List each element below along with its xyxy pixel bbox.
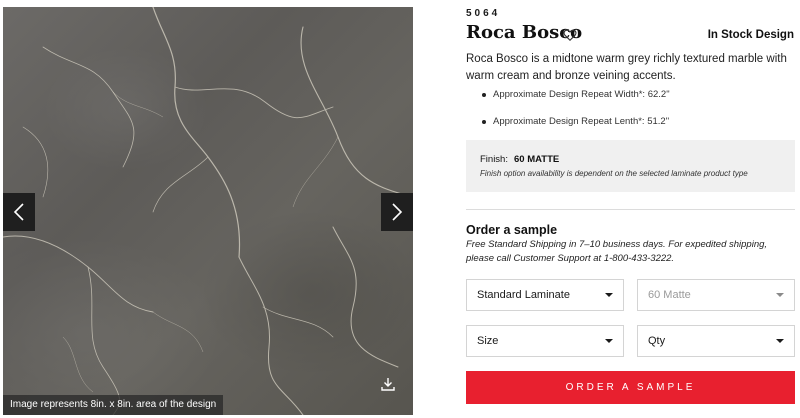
section-divider xyxy=(466,209,795,210)
laminate-type-select[interactable]: Standard Laminate xyxy=(466,279,624,311)
laminate-type-value: Standard Laminate xyxy=(477,289,570,301)
chevron-right-icon xyxy=(392,203,403,221)
download-icon xyxy=(381,378,395,391)
finish-label: Finish: xyxy=(480,154,508,165)
order-sample-heading: Order a sample xyxy=(466,223,558,237)
image-caption: Image represents 8in. x 8in. area of the… xyxy=(3,395,224,415)
marble-texture-image xyxy=(3,7,413,415)
finish-note: Finish option availability is dependent … xyxy=(480,169,748,178)
qty-select-value: Qty xyxy=(648,335,666,347)
chevron-down-icon xyxy=(605,293,613,297)
finish-line: Finish: 60 MATTE xyxy=(480,154,795,165)
finish-select[interactable]: 60 Matte xyxy=(637,279,795,311)
next-image-button[interactable] xyxy=(381,193,413,231)
heart-icon[interactable] xyxy=(563,28,577,42)
finish-info-box: Finish: 60 MATTE Finish option availabili… xyxy=(466,140,795,192)
chevron-left-icon xyxy=(13,203,24,221)
previous-image-button[interactable] xyxy=(3,193,35,231)
product-description: Roca Bosco is a midtone warm grey richly… xyxy=(466,53,787,82)
order-sample-button[interactable]: ORDER A SAMPLE xyxy=(466,371,795,404)
spec-repeat-length: Approximate Design Repeat Lenth*: 51.2" xyxy=(482,115,670,142)
stock-status: In Stock Design xyxy=(707,29,794,41)
product-sku: 5064 xyxy=(466,8,501,19)
spec-list: Approximate Design Repeat Width*: 62.2" … xyxy=(482,88,670,142)
product-details-panel: 5064 Roca Bosco In Stock Design Roca Bos… xyxy=(466,0,796,418)
spec-repeat-width: Approximate Design Repeat Width*: 62.2" xyxy=(482,88,670,115)
shipping-note: Free Standard Shipping in 7–10 business … xyxy=(466,239,768,264)
size-select-value: Size xyxy=(477,335,499,347)
finish-value: 60 MATTE xyxy=(513,154,560,165)
chevron-down-icon xyxy=(605,339,613,343)
finish-select-value: 60 Matte xyxy=(648,289,691,301)
download-image-button[interactable] xyxy=(377,373,399,395)
chevron-down-icon xyxy=(776,293,784,297)
chevron-down-icon xyxy=(776,339,784,343)
qty-select[interactable]: Qty xyxy=(637,325,795,357)
size-select[interactable]: Size xyxy=(466,325,624,357)
product-image-gallery: Image represents 8in. x 8in. area of the… xyxy=(3,7,413,415)
